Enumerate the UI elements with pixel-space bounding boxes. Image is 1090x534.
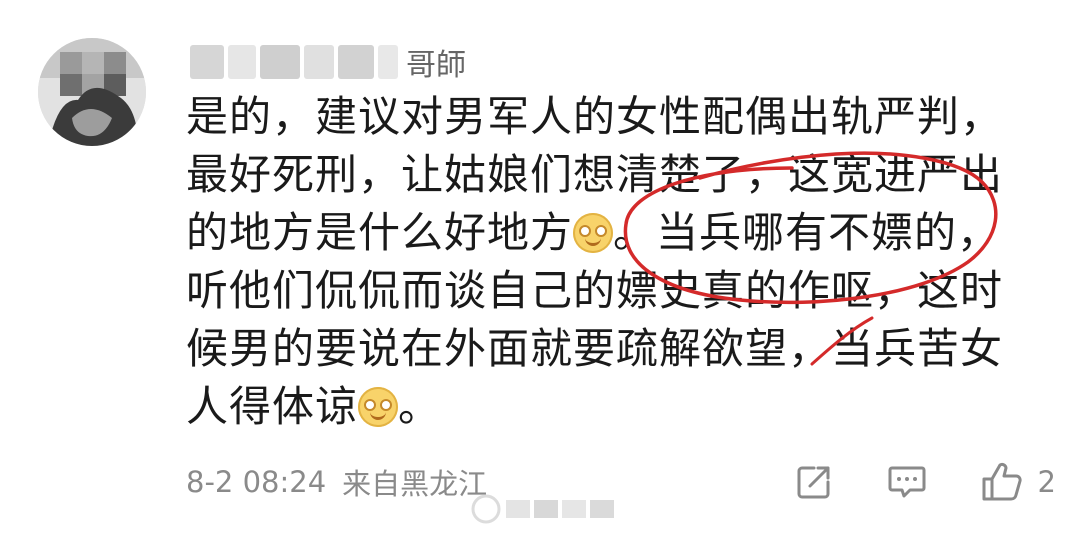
comment-line: 是的，建议对男军人的女性配偶出轨严判，	[186, 92, 1004, 141]
mosaic-block	[260, 45, 300, 79]
location: 来自黑龙江	[342, 467, 488, 501]
avatar-image	[38, 38, 146, 146]
comment-button[interactable]	[886, 462, 928, 502]
mosaic-block	[304, 45, 334, 79]
like-count: 2	[1037, 465, 1056, 499]
comment-segment: 。	[398, 382, 442, 431]
watermark	[470, 490, 620, 528]
comment-text: 是的，建议对男军人的女性配偶出轨严判， 最好死刑，让姑娘们想清楚了，这宽进严出 …	[186, 88, 1046, 436]
comment-line: 听他们侃侃而谈自己的嫖史真的作呕，这时	[186, 266, 1004, 315]
eye-roll-emoji-icon	[573, 213, 614, 253]
mosaic-block	[378, 45, 398, 79]
like-button[interactable]: 2	[980, 461, 1056, 503]
username-row[interactable]: 哥師	[190, 32, 466, 92]
mosaic-block	[228, 45, 256, 79]
comment-meta: 8-2 08:24 来自黑龙江	[186, 458, 487, 506]
comment-segment: 的地方是什么好地方	[186, 208, 574, 257]
comment-line: 候男的要说在外面就要疏解欲望，当兵苦女	[186, 324, 1004, 373]
repost-button[interactable]	[794, 462, 834, 502]
comment-line: 最好死刑，让姑娘们想清楚了，这宽进严出	[186, 150, 1004, 199]
mosaic-block	[338, 45, 374, 79]
avatar[interactable]	[38, 38, 146, 146]
comment-segment: 人得体谅	[186, 382, 359, 431]
comment-segment: 。当兵哪有不嫖的，	[613, 208, 1001, 257]
comment-icon	[888, 466, 926, 498]
timestamp: 8-2 08:24	[186, 465, 327, 499]
comment-line: 人得体谅。	[186, 378, 1046, 436]
repost-icon	[797, 466, 830, 499]
comment-actions: 2	[742, 456, 1056, 508]
username[interactable]: 哥師	[406, 40, 466, 84]
mosaic-block	[190, 45, 224, 79]
eye-roll-emoji-icon	[358, 387, 399, 427]
comment-line: 的地方是什么好地方 。当兵哪有不嫖的，	[186, 204, 1046, 262]
thumbs-up-icon	[982, 462, 1022, 501]
